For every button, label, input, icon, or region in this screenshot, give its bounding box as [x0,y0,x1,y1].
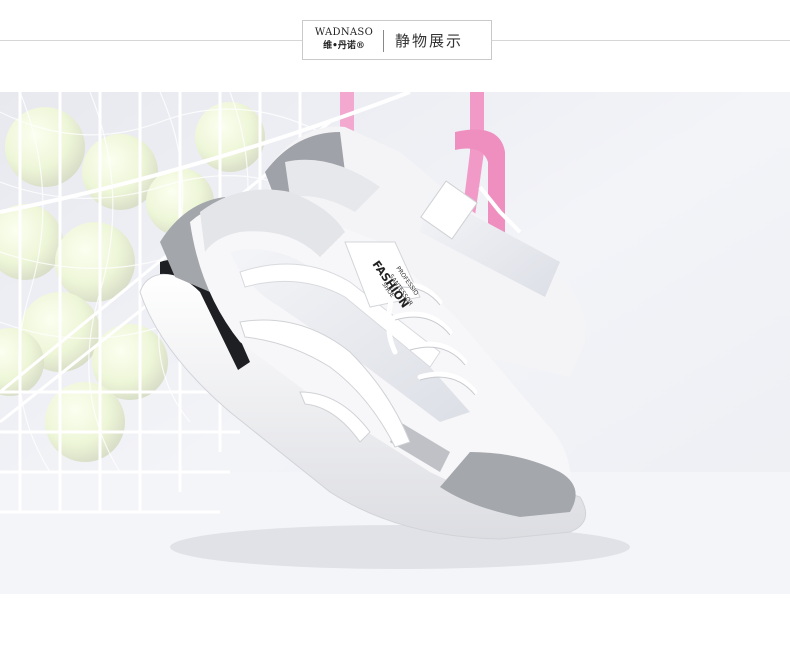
brand-logo: WADNASO 维•丹诺® [313,26,375,52]
brand-name: WADNASO [314,27,374,38]
section-title: 静物展示 [395,32,464,50]
header-divider-right [492,40,790,41]
header-divider-left [0,40,302,41]
section-header: WADNASO 维•丹诺® 静物展示 [302,20,492,60]
product-photo: FASHION PROFESSIO SANTESSOR SHOE [0,92,790,594]
product-photo-illustration: FASHION PROFESSIO SANTESSOR SHOE [0,92,790,594]
brand-name-cn: 维•丹诺® [323,41,365,51]
brand-divider [383,30,384,52]
